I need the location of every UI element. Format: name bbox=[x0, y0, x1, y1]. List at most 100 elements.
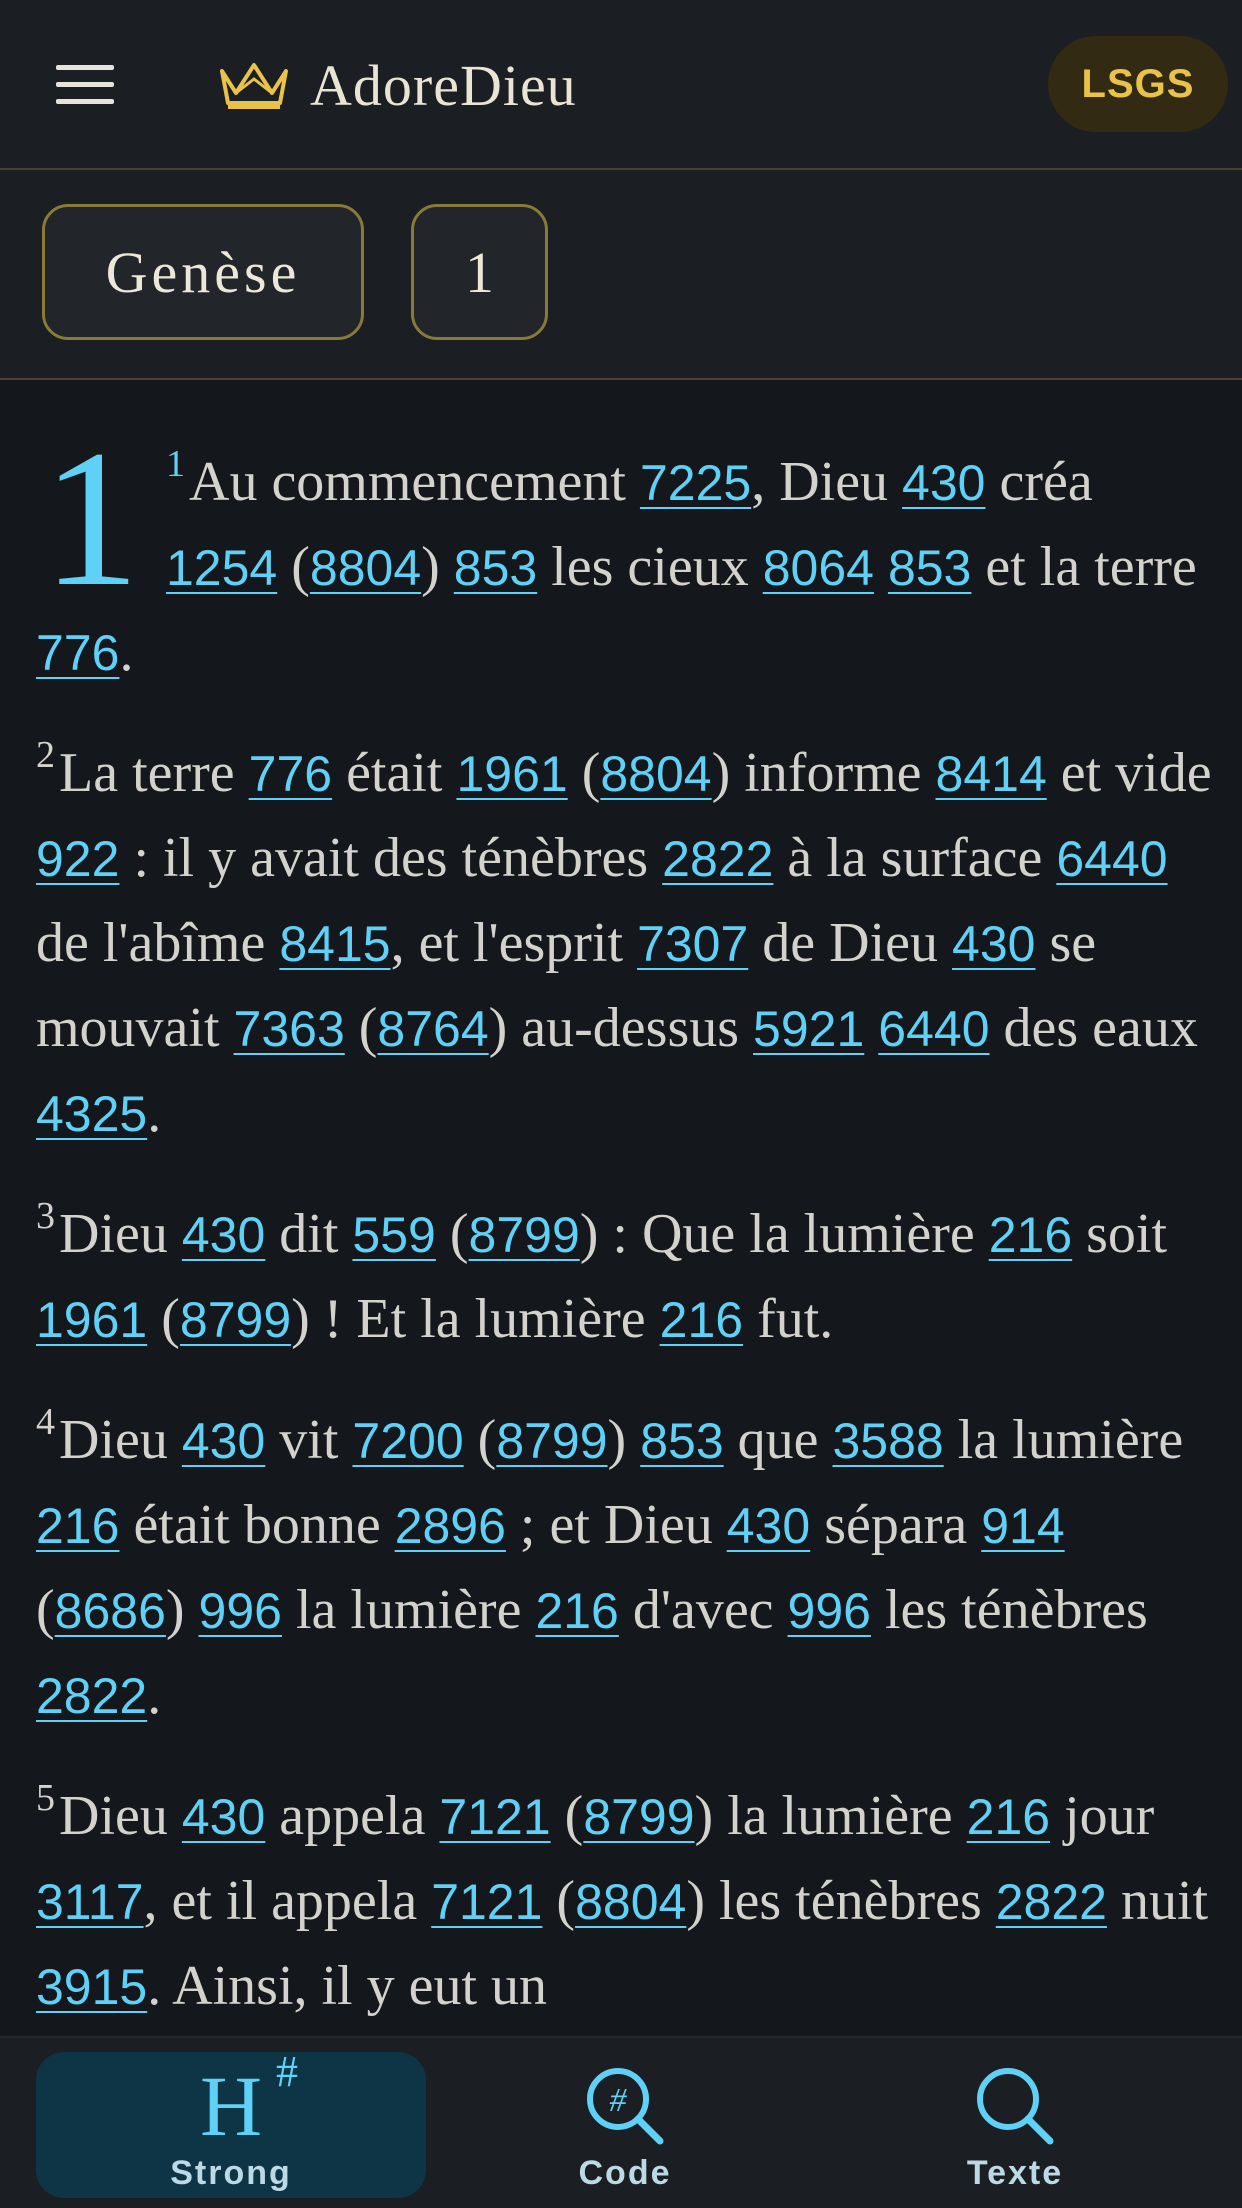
strong-number-link[interactable]: 8414 bbox=[936, 746, 1047, 802]
verse-text: . bbox=[119, 621, 134, 683]
strong-number-link[interactable]: 996 bbox=[199, 1583, 282, 1639]
top-app-bar: AdoreDieu LSGS bbox=[0, 0, 1242, 170]
strong-number-link[interactable]: 3588 bbox=[833, 1413, 944, 1469]
strong-number-link[interactable]: 853 bbox=[640, 1413, 723, 1469]
strong-number-link[interactable]: 1961 bbox=[36, 1292, 147, 1348]
strong-number-link[interactable]: 2896 bbox=[395, 1498, 506, 1554]
verse-text: La terre bbox=[59, 742, 249, 804]
chapter-selector-button[interactable]: 1 bbox=[411, 204, 548, 340]
verse-text: . bbox=[147, 1664, 162, 1726]
bible-version-button[interactable]: LSGS bbox=[1048, 36, 1228, 132]
verse-text: ; et Dieu bbox=[505, 1494, 727, 1556]
strong-number-link[interactable]: 7225 bbox=[640, 455, 751, 511]
verse-number[interactable]: 2 bbox=[36, 734, 55, 776]
verse-number[interactable]: 3 bbox=[36, 1195, 55, 1237]
verse-text: ) bbox=[165, 1579, 199, 1641]
verse-text: et vide bbox=[1046, 742, 1212, 804]
strong-number-link[interactable]: 559 bbox=[352, 1207, 435, 1263]
verse-text: ( bbox=[435, 1203, 469, 1265]
strong-number-link[interactable]: 996 bbox=[788, 1583, 871, 1639]
strong-number-link[interactable]: 776 bbox=[36, 625, 119, 681]
verse-number[interactable]: 5 bbox=[36, 1777, 55, 1819]
strong-number-link[interactable]: 4325 bbox=[36, 1086, 147, 1142]
verse-text: Au commencement bbox=[189, 451, 640, 513]
strong-number-link[interactable]: 8764 bbox=[377, 1001, 488, 1057]
scripture-text: 1 1Au commencement 7225, Dieu 430 créa 1… bbox=[36, 410, 1216, 2036]
strong-number-link[interactable]: 6440 bbox=[1056, 831, 1167, 887]
strong-number-link[interactable]: 7200 bbox=[352, 1413, 463, 1469]
strong-number-link[interactable]: 216 bbox=[989, 1207, 1072, 1263]
strong-number-link[interactable]: 1961 bbox=[456, 746, 567, 802]
verse-text: ( bbox=[550, 1785, 584, 1847]
verse-text: dit bbox=[265, 1203, 353, 1265]
strong-number-link[interactable]: 216 bbox=[660, 1292, 743, 1348]
verse-text: Dieu bbox=[59, 1203, 182, 1265]
verse-text: de Dieu bbox=[748, 912, 953, 974]
tab-texte[interactable]: Texte bbox=[830, 2052, 1200, 2198]
verse-text: et la terre bbox=[971, 536, 1197, 598]
chapter-number: 1 bbox=[42, 410, 140, 627]
strong-number-link[interactable]: 7307 bbox=[637, 916, 748, 972]
strong-number-link[interactable]: 853 bbox=[888, 540, 971, 596]
strong-number-link[interactable]: 2822 bbox=[36, 1668, 147, 1724]
tab-code[interactable]: # Code bbox=[450, 2052, 800, 2198]
strong-number-link[interactable]: 8799 bbox=[469, 1207, 580, 1263]
verse: 2La terre 776 était 1961 (8804) informe … bbox=[36, 713, 1216, 1156]
strong-number-link[interactable]: 922 bbox=[36, 831, 119, 887]
verse-text bbox=[874, 536, 888, 598]
verse-text: ) bbox=[421, 536, 454, 598]
strong-number-link[interactable]: 430 bbox=[182, 1789, 265, 1845]
strong-number-link[interactable]: 8686 bbox=[55, 1583, 166, 1639]
strong-number-link[interactable]: 2822 bbox=[996, 1874, 1107, 1930]
strong-number-link[interactable]: 216 bbox=[535, 1583, 618, 1639]
strong-number-link[interactable]: 430 bbox=[727, 1498, 810, 1554]
strong-number-link[interactable]: 1254 bbox=[166, 540, 277, 596]
strong-number-link[interactable]: 430 bbox=[182, 1413, 265, 1469]
strong-number-link[interactable]: 8064 bbox=[763, 540, 874, 596]
strong-number-link[interactable]: 776 bbox=[249, 746, 332, 802]
verse-text: ) au-dessus bbox=[488, 997, 754, 1059]
strong-number-link[interactable]: 430 bbox=[952, 916, 1035, 972]
verse-text: la lumière bbox=[281, 1579, 536, 1641]
verse-text: . bbox=[147, 1082, 162, 1144]
verse-number[interactable]: 4 bbox=[36, 1401, 55, 1443]
strong-number-link[interactable]: 3117 bbox=[36, 1874, 144, 1930]
strong-number-link[interactable]: 8804 bbox=[575, 1874, 686, 1930]
strong-number-link[interactable]: 7363 bbox=[234, 1001, 345, 1057]
strong-number-link[interactable]: 853 bbox=[454, 540, 537, 596]
hash-search-icon: # bbox=[580, 2058, 670, 2154]
verse-text: soit bbox=[1072, 1203, 1168, 1265]
strong-number-link[interactable]: 6440 bbox=[878, 1001, 989, 1057]
verse-text: était bonne bbox=[119, 1494, 395, 1556]
strong-number-link[interactable]: 3915 bbox=[36, 1959, 147, 2015]
strong-number-link[interactable]: 8799 bbox=[180, 1292, 291, 1348]
book-selector-button[interactable]: Genèse bbox=[42, 204, 364, 340]
verse-text: . Ainsi, il y eut un bbox=[147, 1955, 548, 2017]
verse-text: ( bbox=[147, 1288, 180, 1350]
verse-text: Dieu bbox=[59, 1409, 182, 1471]
strong-number-link[interactable]: 7121 bbox=[431, 1874, 542, 1930]
verse-text: , Dieu bbox=[751, 451, 903, 513]
tab-strong[interactable]: H # Strong bbox=[36, 2047, 426, 2198]
verse-number[interactable]: 1 bbox=[166, 443, 185, 485]
verse-text: ) la lumière bbox=[694, 1785, 967, 1847]
strong-number-link[interactable]: 8799 bbox=[496, 1413, 607, 1469]
strong-number-link[interactable]: 8804 bbox=[600, 746, 711, 802]
verse-text: ( bbox=[463, 1409, 497, 1471]
verse-text: des eaux bbox=[989, 997, 1198, 1059]
strong-number-link[interactable]: 430 bbox=[182, 1207, 265, 1263]
app-root: AdoreDieu LSGS Genèse 1 1 1Au commenceme… bbox=[0, 0, 1242, 2208]
strong-number-link[interactable]: 914 bbox=[981, 1498, 1064, 1554]
strong-number-link[interactable]: 216 bbox=[36, 1498, 119, 1554]
strong-number-link[interactable]: 8799 bbox=[583, 1789, 694, 1845]
scripture-view[interactable]: 1 1Au commencement 7225, Dieu 430 créa 1… bbox=[0, 380, 1242, 2036]
strong-number-link[interactable]: 7121 bbox=[439, 1789, 550, 1845]
strong-number-link[interactable]: 8415 bbox=[279, 916, 390, 972]
strong-number-link[interactable]: 216 bbox=[967, 1789, 1050, 1845]
strong-number-link[interactable]: 8804 bbox=[310, 540, 421, 596]
strong-number-link[interactable]: 2822 bbox=[662, 831, 773, 887]
strong-number-link[interactable]: 430 bbox=[902, 455, 985, 511]
verse-text: ) informe bbox=[711, 742, 936, 804]
strong-number-link[interactable]: 5921 bbox=[753, 1001, 864, 1057]
menu-button[interactable] bbox=[40, 50, 130, 120]
